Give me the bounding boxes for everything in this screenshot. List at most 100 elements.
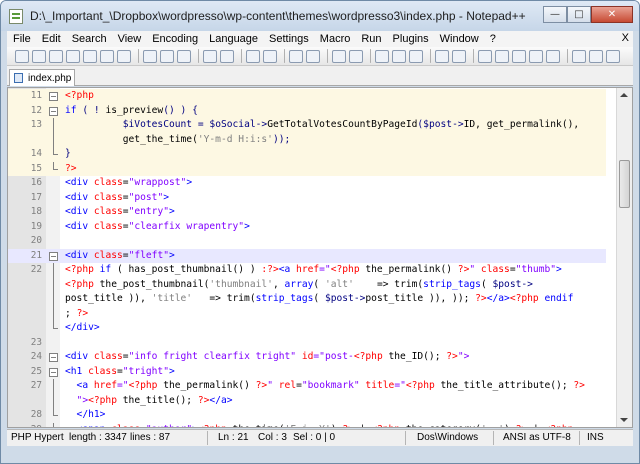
code-line[interactable]: <?php the_post_thumbnail('thumbnail', ar… xyxy=(8,277,606,293)
code-line[interactable]: 19 <div class="clearfix wrapentry"> xyxy=(8,220,606,235)
fold-toggle-icon[interactable] xyxy=(48,89,58,104)
line-number: 11 xyxy=(30,90,42,101)
code-line[interactable]: 11 <?php xyxy=(8,89,606,104)
vertical-scrollbar[interactable] xyxy=(616,88,632,427)
code-line[interactable]: get_the_time('Y-m-d H:i:s')); xyxy=(8,132,606,147)
close-icon[interactable] xyxy=(83,49,97,63)
menu-edit[interactable]: Edit xyxy=(36,33,66,45)
replace-icon[interactable] xyxy=(263,49,277,63)
code-line[interactable]: "><?php the_title(); ?></a> xyxy=(8,393,606,409)
code-token: ?> xyxy=(573,380,585,391)
zoom-out-icon[interactable] xyxy=(306,49,320,63)
code-token: "wrappost" xyxy=(128,177,187,188)
code-token: -> xyxy=(255,119,268,130)
doc-map-icon[interactable] xyxy=(435,49,449,63)
code-token: <?php xyxy=(371,424,406,428)
code-line[interactable]: 20 xyxy=(8,234,606,249)
tab-index-php[interactable]: index.php xyxy=(9,69,75,86)
code-token: =" xyxy=(394,380,406,391)
indent-guide-icon[interactable] xyxy=(409,49,423,63)
close-all-icon[interactable] xyxy=(100,49,114,63)
code-line[interactable]: 16 <div class="wrappost"> xyxy=(8,176,606,191)
scroll-up-arrow-icon[interactable] xyxy=(620,93,628,97)
find-icon[interactable] xyxy=(246,49,260,63)
sync-h-icon[interactable] xyxy=(349,49,363,63)
zoom-in-icon[interactable] xyxy=(289,49,303,63)
saved-file-icon xyxy=(14,73,23,83)
code-line[interactable]: 12 if ( ! is_preview() ) { xyxy=(8,103,606,119)
function-list-icon[interactable] xyxy=(452,49,466,63)
code-line[interactable]: 15 ?> xyxy=(8,161,606,176)
code-area[interactable]: 11 <?php 12 if ( ! is_preview() ) {13 $iVot… xyxy=(8,89,606,428)
fold-toggle-icon[interactable] xyxy=(48,350,58,365)
toolbar xyxy=(7,47,633,66)
run-macro-icon[interactable] xyxy=(529,49,543,63)
fold-toggle-icon[interactable] xyxy=(48,249,58,264)
word-wrap-icon[interactable] xyxy=(375,49,389,63)
fold-toggle-icon[interactable] xyxy=(48,365,58,380)
open-file-icon[interactable] xyxy=(32,49,46,63)
save-all-icon[interactable] xyxy=(66,49,80,63)
title-bar[interactable]: D:\_Important_\Dropbox\wordpresso\wp-con… xyxy=(1,1,639,31)
down-arrow-icon[interactable] xyxy=(589,49,603,63)
code-line[interactable]: 22 <?php if ( has_post_thumbnail() ) :?><… xyxy=(8,263,606,278)
menu-settings[interactable]: Settings xyxy=(263,33,314,45)
record-macro-icon[interactable] xyxy=(478,49,492,63)
print-icon[interactable] xyxy=(117,49,131,63)
menu-plugins[interactable]: Plugins xyxy=(387,33,434,45)
code-line[interactable]: 21 <div class="fleft"> xyxy=(8,248,606,264)
code-line[interactable]: 23 xyxy=(8,336,606,351)
code-token: <div xyxy=(65,220,94,232)
redo-icon[interactable] xyxy=(220,49,234,63)
menu-search[interactable]: Search xyxy=(66,33,112,45)
code-editor[interactable]: 11 <?php 12 if ( ! is_preview() ) {13 $iVot… xyxy=(7,87,633,428)
code-line[interactable]: 24 <div class="info fright clearfix trigh… xyxy=(8,350,606,365)
stop-record-icon[interactable] xyxy=(495,49,509,63)
undo-icon[interactable] xyxy=(203,49,217,63)
code-line[interactable]: post_title )), 'title' => trim(strip_tag… xyxy=(8,292,606,307)
maximize-button[interactable]: □ xyxy=(567,6,591,23)
toolbar-separator xyxy=(327,49,328,63)
scroll-down-arrow-icon[interactable] xyxy=(620,418,628,422)
code-token: class xyxy=(93,191,123,203)
minimize-button[interactable]: — xyxy=(543,6,567,23)
code-token: "thumb" xyxy=(515,264,557,275)
menu-macro[interactable]: Macro xyxy=(314,33,356,45)
code-line[interactable]: 27 <a href="<?php the_permalink() ?>" re… xyxy=(8,379,606,394)
sync-v-icon[interactable] xyxy=(332,49,346,63)
code-token: -> xyxy=(353,293,366,304)
cut-icon[interactable] xyxy=(143,49,157,63)
close-button[interactable]: ✕ xyxy=(591,6,633,23)
code-line[interactable]: 14} xyxy=(8,147,606,162)
code-line[interactable]: 13 $iVotesCount = $oSocial->GetTotalVote… xyxy=(8,118,606,133)
document-close-button[interactable]: X xyxy=(622,32,629,44)
playback-icon[interactable] xyxy=(512,49,526,63)
menu-language[interactable]: Language xyxy=(203,33,263,45)
code-line[interactable]: 28 </h1> xyxy=(8,408,606,423)
code-line[interactable]: ; ?> xyxy=(8,306,606,322)
right-arrow-icon[interactable] xyxy=(606,49,620,63)
paste-icon[interactable] xyxy=(177,49,191,63)
code-line[interactable]: 18 <div class="entry"> xyxy=(8,205,606,220)
up-arrow-icon[interactable] xyxy=(572,49,586,63)
fold-toggle-icon[interactable] xyxy=(48,104,58,119)
menu-file[interactable]: File xyxy=(7,33,36,45)
menu-help[interactable]: ? xyxy=(484,33,501,45)
save-macro-icon[interactable] xyxy=(546,49,560,63)
menu-window[interactable]: Window xyxy=(434,33,484,45)
menu-view[interactable]: View xyxy=(112,33,147,45)
new-file-icon[interactable] xyxy=(15,49,29,63)
menu-encoding[interactable]: Encoding xyxy=(146,33,203,45)
scrollbar-thumb[interactable] xyxy=(619,160,630,208)
code-line[interactable]: 29 <span class="author"><?php the_time('… xyxy=(8,422,606,428)
code-line[interactable]: </div> xyxy=(8,321,606,336)
menu-run[interactable]: Run xyxy=(355,33,386,45)
show-all-chars-icon[interactable] xyxy=(392,49,406,63)
code-line[interactable]: 25 <h1 class="tright"> xyxy=(8,365,606,380)
code-line[interactable]: 17 <div class="post"> xyxy=(8,191,606,206)
copy-icon[interactable] xyxy=(160,49,174,63)
code-token: </h1> xyxy=(65,409,106,420)
save-icon[interactable] xyxy=(49,49,63,63)
code-token: the_post_thumbnail( xyxy=(99,278,210,290)
fold-line xyxy=(48,336,58,351)
